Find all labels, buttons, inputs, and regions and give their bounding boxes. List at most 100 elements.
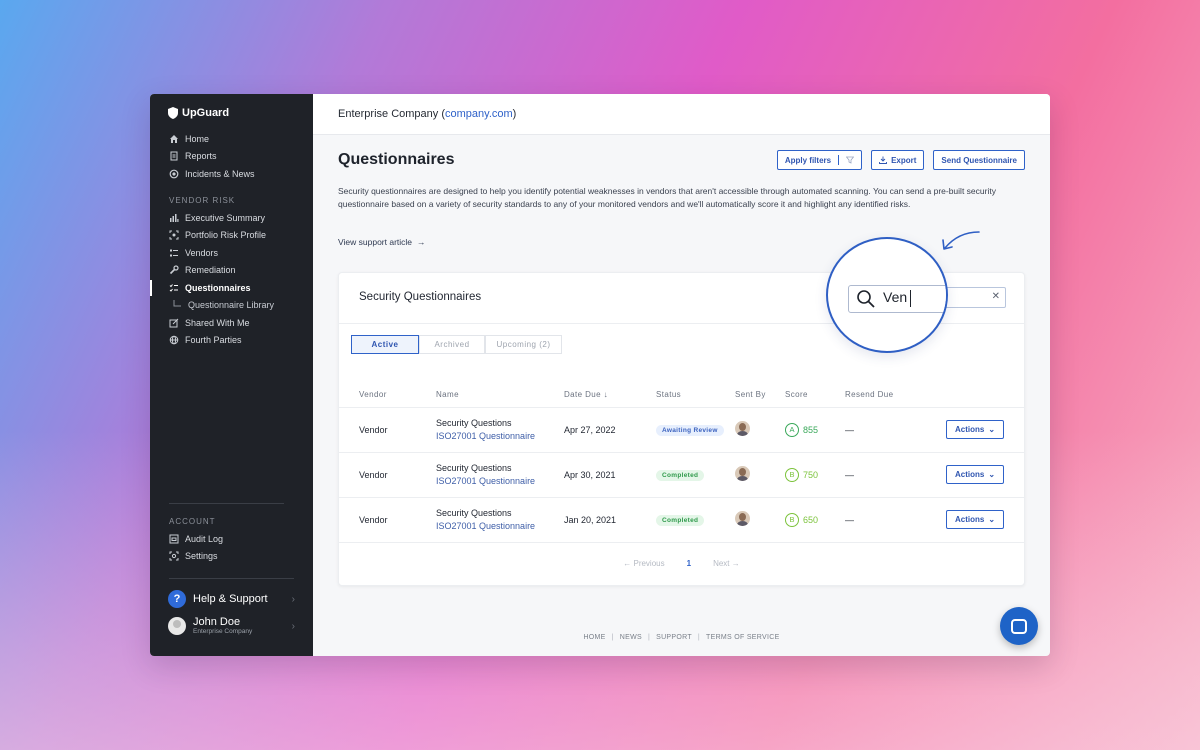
column-header-date-due[interactable]: Date Due ↓	[564, 383, 656, 408]
chevron-down-icon: ⌄	[988, 470, 996, 479]
sidebar-item-label: Questionnaire Library	[188, 300, 275, 311]
sidebar-item-label: Executive Summary	[185, 212, 266, 223]
settings-icon	[169, 551, 179, 561]
actions-button[interactable]: Actions ⌄	[946, 465, 1004, 484]
previous-page-button[interactable]: ← Previous	[623, 559, 664, 568]
topbar: Enterprise Company (company.com)	[313, 94, 1050, 135]
status-cell: Awaiting Review	[656, 407, 735, 453]
tab-upcoming[interactable]: Upcoming (2)	[485, 335, 562, 354]
button-separator	[838, 155, 840, 165]
sidebar-item-label: Audit Log	[185, 533, 224, 544]
funnel-icon	[846, 156, 855, 164]
column-header-resend-due[interactable]: Resend Due	[845, 383, 946, 408]
apply-filters-label: Apply filters	[784, 155, 832, 165]
actions-button[interactable]: Actions ⌄	[946, 420, 1004, 439]
sidebar-item-questionnaires[interactable]: Questionnaires	[150, 279, 313, 297]
column-header-sent-by[interactable]: Sent By	[735, 383, 785, 408]
vendors-icon	[170, 249, 178, 257]
send-label: Send Questionnaire	[941, 155, 1017, 165]
user-menu[interactable]: John Doe Enterprise Company ›	[168, 617, 295, 635]
current-page[interactable]: 1	[687, 559, 691, 568]
sidebar-item-fourth-parties[interactable]: Fourth Parties	[150, 332, 313, 350]
tab-archived[interactable]: Archived	[419, 335, 485, 354]
actions-cell: Actions ⌄	[946, 497, 1024, 543]
actions-button[interactable]: Actions ⌄	[946, 510, 1004, 529]
pagination: ← Previous 1 Next →	[339, 559, 1024, 568]
status-badge: Completed	[656, 514, 705, 526]
footer-link-terms[interactable]: TERMS OF SERVICE	[706, 634, 780, 641]
sidebar-item-questionnaire-library[interactable]: Questionnaire Library	[150, 297, 313, 315]
export-button[interactable]: Export	[871, 150, 925, 170]
table-row[interactable]: Vendor Security Questions ISO27001 Quest…	[339, 497, 1024, 543]
view-support-article-link[interactable]: View support article →	[338, 237, 426, 247]
sidebar-item-label: Remediation	[185, 265, 236, 276]
tab-active[interactable]: Active	[351, 335, 419, 354]
sidebar-item-label: Settings	[185, 551, 218, 562]
status-tabs: Active Archived Upcoming (2)	[351, 335, 562, 354]
send-questionnaire-button[interactable]: Send Questionnaire	[933, 150, 1025, 170]
clear-icon[interactable]: ✕	[992, 291, 1000, 302]
brand-name: UpGuard	[182, 107, 230, 119]
questionnaire-type-link[interactable]: ISO27001 Questionnaire	[436, 521, 564, 531]
resend-due-cell: —	[845, 407, 946, 453]
question-icon: ?	[168, 590, 186, 608]
footer-link-news[interactable]: NEWS	[620, 634, 642, 641]
next-page-button[interactable]: Next →	[713, 559, 740, 568]
footer-link-support[interactable]: SUPPORT	[656, 634, 692, 641]
sent-by-cell	[735, 407, 785, 453]
actions-label: Actions	[954, 515, 985, 524]
actions-cell: Actions ⌄	[946, 452, 1024, 498]
wrench-icon	[169, 265, 179, 275]
sidebar-item-home[interactable]: Home	[150, 130, 313, 148]
chat-launcher-button[interactable]	[1000, 607, 1038, 645]
sidebar-item-remediation[interactable]: Remediation	[150, 262, 313, 280]
globe-icon	[169, 335, 179, 345]
annotation-arrow-icon	[942, 231, 980, 250]
sidebar-item-settings[interactable]: Settings	[150, 548, 313, 566]
sidebar-item-label: Shared With Me	[185, 317, 250, 328]
card-title: Security Questionnaires	[359, 291, 482, 303]
page-description: Security questionnaires are designed to …	[338, 186, 996, 209]
sidebar-item-shared-with-me[interactable]: Shared With Me	[150, 314, 313, 332]
column-header-name[interactable]: Name	[436, 383, 564, 408]
help-support-button[interactable]: ? Help & Support ›	[168, 590, 295, 608]
column-header-label: Date Due	[564, 390, 601, 400]
shared-icon	[169, 318, 179, 328]
log-icon	[169, 534, 179, 544]
column-header-score[interactable]: Score	[785, 383, 845, 408]
questionnaire-type-link[interactable]: ISO27001 Questionnaire	[436, 431, 564, 441]
news-icon	[169, 169, 179, 179]
footer-link-home[interactable]: HOME	[583, 634, 605, 641]
search-icon	[857, 290, 875, 308]
upguard-logo[interactable]: UpGuard	[168, 107, 229, 119]
table-row[interactable]: Vendor Security Questions ISO27001 Quest…	[339, 452, 1024, 498]
main-nav: Home Reports Incidents & News	[150, 130, 313, 183]
company-domain-link[interactable]: company.com	[445, 108, 513, 120]
name-cell: Security Questions ISO27001 Questionnair…	[436, 407, 564, 453]
sidebar-item-audit-log[interactable]: Audit Log	[150, 530, 313, 548]
sidebar-item-portfolio-risk-profile[interactable]: Portfolio Risk Profile	[150, 227, 313, 245]
score-value: 650	[803, 514, 819, 525]
date-due-cell: Jan 20, 2021	[564, 497, 656, 543]
app-window: UpGuard Home Reports Incidents & News VE…	[150, 94, 1050, 656]
chevron-down-icon: ⌄	[988, 425, 996, 434]
sidebar-item-reports[interactable]: Reports	[150, 148, 313, 166]
sidebar-item-executive-summary[interactable]: Executive Summary	[150, 209, 313, 227]
column-header-vendor[interactable]: Vendor	[339, 383, 436, 408]
column-header-status[interactable]: Status	[656, 383, 735, 408]
sent-by-cell	[735, 452, 785, 498]
sidebar-item-label: Vendors	[185, 247, 219, 258]
sidebar-divider	[169, 578, 294, 579]
account-nav: Audit Log Settings	[150, 530, 313, 565]
sidebar-item-label: Reports	[185, 151, 217, 162]
chat-icon	[1011, 618, 1027, 634]
apply-filters-button[interactable]: Apply filters	[776, 150, 863, 170]
questionnaire-type-link[interactable]: ISO27001 Questionnaire	[436, 476, 564, 486]
page-title: Questionnaires	[338, 151, 455, 168]
vendor-nav: Executive Summary Portfolio Risk Profile…	[150, 209, 313, 349]
score-cell: A 855	[785, 407, 845, 453]
sidebar-item-incidents-news[interactable]: Incidents & News	[150, 165, 313, 183]
status-badge: Awaiting Review	[656, 424, 724, 436]
sidebar-item-vendors[interactable]: Vendors	[150, 244, 313, 262]
table-row[interactable]: Vendor Security Questions ISO27001 Quest…	[339, 407, 1024, 453]
